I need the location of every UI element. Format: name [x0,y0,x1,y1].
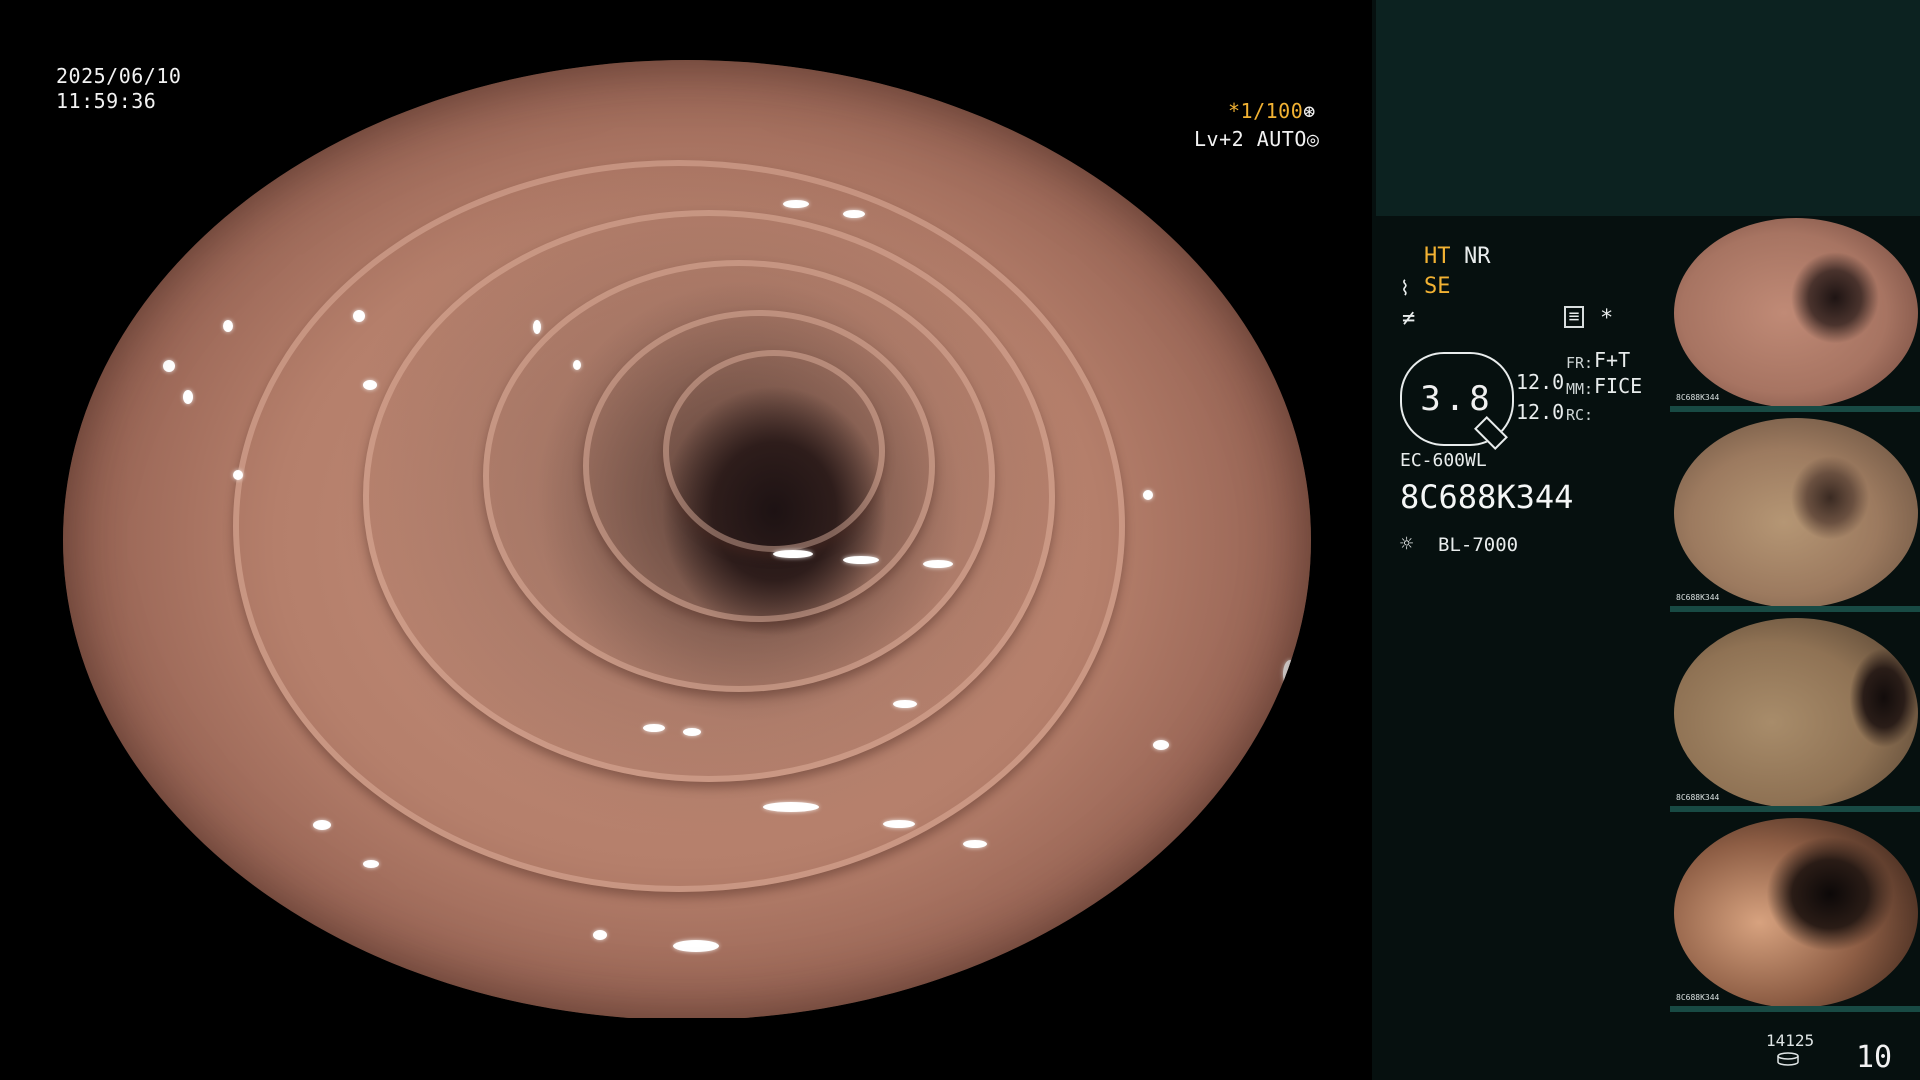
se-indicator: SE [1424,274,1451,299]
thumbnail-2[interactable]: 8C688K344 [1670,416,1920,612]
exposure-readout: *1/100⊛ [1228,99,1316,123]
zoom-gauge-value: 3.8 [1420,379,1494,419]
zoom-gauge: 3.8 [1400,352,1514,450]
mucosal-fold [663,350,885,552]
rc-label: RC: [1566,406,1594,424]
thumbnail-serial: 8C688K344 [1676,593,1720,602]
thumbnail-bar [1670,606,1920,612]
highlight [573,360,581,370]
thumbnail-serial: 8C688K344 [1676,793,1720,802]
mode-asterisk: * [1600,306,1614,331]
thumbnail-serial: 8C688K344 [1676,993,1720,1002]
thumbnail-bar [1670,806,1920,812]
shutter-icon: ⊛ [1303,99,1316,123]
level-value: Lv+2 AUTO [1194,127,1307,151]
highlight [683,728,701,736]
light-source-icon: ☼ [1400,532,1414,557]
fr-label: FR: [1566,354,1594,372]
nr-indicator: NR [1464,244,1491,269]
iris-icon: ◎ [1306,127,1320,151]
highlight [593,930,607,940]
highlight [923,560,953,568]
exposure-value: *1/100 [1228,99,1304,123]
thumbnail-4[interactable]: 8C688K344 [1670,816,1920,1012]
crop-mask-bottom [0,1018,1372,1080]
highlight [773,550,813,558]
image-index: 10 [1856,1040,1893,1075]
crop-mask-top [0,0,1372,60]
thumbnail-serial: 8C688K344 [1676,393,1720,402]
thumbnail-image [1674,618,1918,808]
mucosal-fold [483,260,995,692]
thumbnail-1[interactable]: 8C688K344 [1670,216,1920,412]
fr-value: F+T [1594,348,1631,372]
color-enhance-icon: ≠ [1402,306,1416,331]
readout-1: 12.0 [1516,370,1565,394]
highlight [893,700,917,708]
thumbnail-bar [1670,406,1920,412]
light-source-model: BL-7000 [1438,534,1519,556]
highlight [233,470,243,480]
thumbnail-image [1674,218,1918,408]
highlight [843,556,879,564]
highlight [783,200,809,208]
capture-date: 2025/06/10 [56,64,182,88]
highlight [1153,740,1169,750]
highlight [353,310,365,322]
storage-icon [1777,1052,1799,1066]
highlight [883,820,915,828]
highlight [643,724,665,732]
settings-list-icon: ≡ [1564,306,1584,328]
highlight [1143,490,1153,500]
mm-value: FICE [1594,374,1643,398]
thumbnail-image [1674,418,1918,608]
highlight [763,802,819,812]
highlight [183,390,193,404]
structure-enhance-icon: ⌇ [1400,276,1410,300]
mucosal-fold [363,210,1055,782]
level-readout: Lv+2 AUTO◎ [1194,127,1319,151]
scope-serial: 8C688K344 [1400,478,1574,516]
highlight [223,320,233,332]
endoscope-image [63,60,1311,1020]
highlight [363,380,377,390]
highlight [843,210,865,218]
highlight [533,320,541,334]
highlight [673,940,719,952]
thumbnail-image [1674,818,1918,1008]
thumbnail-bar [1670,1006,1920,1012]
endoscope-view [0,0,1372,1080]
ht-indicator: HT [1424,244,1451,269]
highlight [1023,80,1037,94]
highlight [1038,110,1060,132]
highlight [163,360,175,372]
readout-2: 12.0 [1516,400,1565,424]
mucosal-fold [583,310,935,622]
mm-label: MM: [1566,380,1594,398]
scope-model: EC-600WL [1400,450,1487,471]
mucosal-fold [233,160,1125,892]
highlight [963,840,987,848]
highlight [1283,660,1297,688]
thumbnail-3[interactable]: 8C688K344 [1670,616,1920,812]
storage-count: 14125 [1766,1031,1815,1050]
highlight [313,820,331,830]
panel-header-area [1376,0,1920,216]
highlight [363,860,379,868]
capture-time: 11:59:36 [56,89,157,113]
